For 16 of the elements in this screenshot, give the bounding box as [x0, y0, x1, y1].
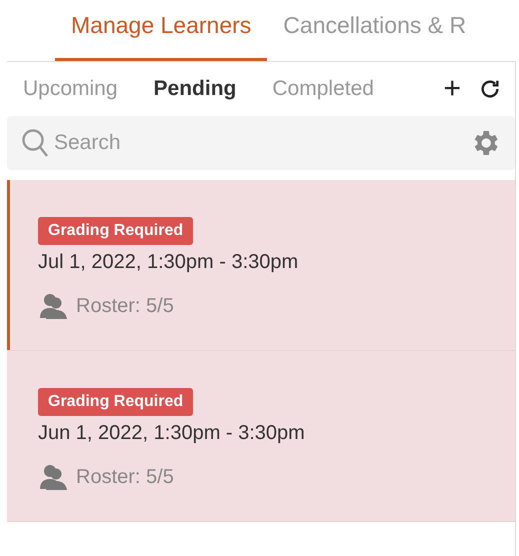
- sub-tab[interactable]: Pending: [154, 73, 236, 105]
- users-icon: [38, 464, 68, 490]
- status-badge: Grading Required: [38, 217, 194, 245]
- users-icon: [38, 293, 68, 319]
- search-field[interactable]: Search: [7, 116, 515, 170]
- status-badge: Grading Required: [38, 388, 194, 416]
- refresh-icon[interactable]: [479, 78, 501, 100]
- session-date: Jun 1, 2022, 1:30pm - 3:30pm: [38, 421, 305, 446]
- session-card[interactable]: Grading Required Jun 1, 2022, 1:30pm - 3:30pm Roster: 5/5: [7, 351, 515, 522]
- roster-count: Roster: 5/5: [76, 465, 174, 490]
- roster-count: Roster: 5/5: [76, 294, 174, 319]
- add-button[interactable]: +: [443, 74, 461, 104]
- session-card[interactable]: Grading Required Jul 1, 2022, 1:30pm - 3:30pm Roster: 5/5: [7, 180, 515, 351]
- session-date: Jul 1, 2022, 1:30pm - 3:30pm: [38, 250, 298, 275]
- search-icon: [21, 128, 49, 158]
- top-tab[interactable]: Manage Learners: [55, 0, 268, 61]
